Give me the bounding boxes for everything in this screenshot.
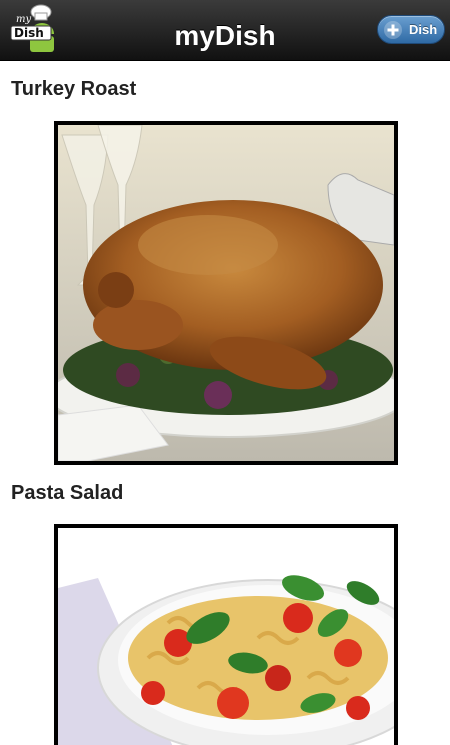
add-dish-label: Dish	[409, 22, 438, 37]
plus-icon	[384, 20, 402, 39]
dish-image-pasta-salad[interactable]	[54, 524, 398, 745]
dish-title-pasta-salad[interactable]: Pasta Salad	[11, 482, 123, 505]
dish-title-turkey-roast[interactable]: Turkey Roast	[11, 78, 136, 101]
dish-image-turkey-roast[interactable]	[54, 121, 398, 465]
add-dish-button[interactable]: Dish	[377, 15, 445, 44]
header-bar: my Dish myDish Dish	[0, 0, 450, 61]
